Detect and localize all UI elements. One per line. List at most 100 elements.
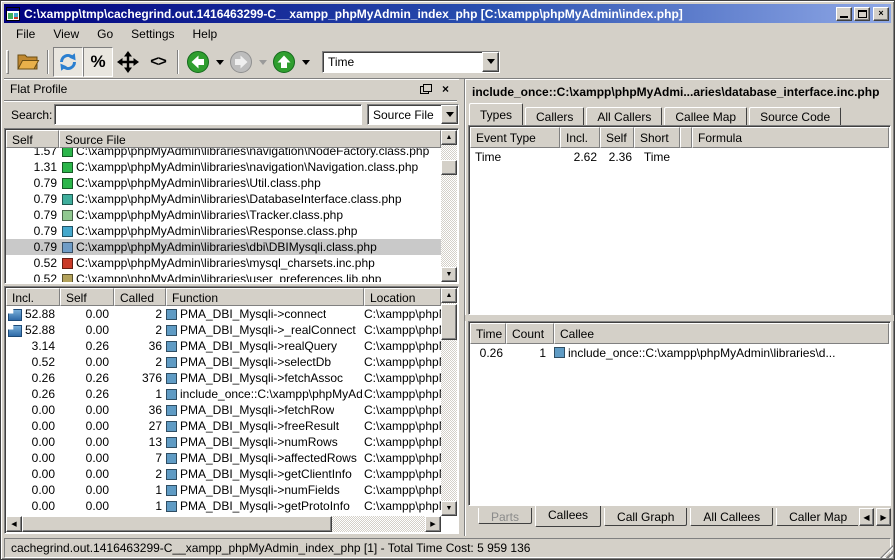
table-row[interactable]: 0.000.002PMA_DBI_Mysqli->getClientInfoC:… bbox=[6, 466, 441, 482]
table-row[interactable]: 0.52C:\xampp\phpMyAdmin\libraries\mysql_… bbox=[6, 255, 441, 271]
table-row[interactable]: 0.79C:\xampp\phpMyAdmin\libraries\Util.c… bbox=[6, 175, 441, 191]
percent-toggle-button[interactable]: % bbox=[83, 47, 113, 77]
column-header-count[interactable]: Count bbox=[506, 323, 554, 344]
combo-dropdown-button[interactable] bbox=[441, 105, 458, 124]
open-file-button[interactable] bbox=[13, 47, 43, 77]
tab-types[interactable]: Types bbox=[469, 103, 523, 125]
column-header-self[interactable]: Self bbox=[6, 130, 59, 148]
table-row[interactable]: 0.79C:\xampp\phpMyAdmin\libraries\Tracke… bbox=[6, 207, 441, 223]
column-header-callee[interactable]: Callee bbox=[554, 323, 889, 344]
tab-caller-map[interactable]: Caller Map bbox=[776, 508, 858, 526]
back-dropdown-button[interactable] bbox=[213, 47, 226, 77]
scrollbar-thumb[interactable] bbox=[22, 516, 332, 532]
combo-dropdown-button[interactable] bbox=[482, 52, 499, 72]
column-header-short[interactable]: Short bbox=[634, 127, 680, 148]
table-row[interactable]: 0.260.26376PMA_DBI_Mysqli->fetchAssocC:\… bbox=[6, 370, 441, 386]
event-type-select[interactable]: Time bbox=[322, 51, 500, 73]
tab-call-graph[interactable]: Call Graph bbox=[604, 508, 687, 526]
tab-scroll-left-button[interactable]: ◀ bbox=[859, 508, 874, 526]
table-row[interactable]: 1.31C:\xampp\phpMyAdmin\libraries\naviga… bbox=[6, 159, 441, 175]
dock-layout-button[interactable] bbox=[113, 47, 143, 77]
table-row[interactable]: 0.000.001PMA_DBI_Mysqli->numFieldsC:\xam… bbox=[6, 482, 441, 498]
scroll-up-button[interactable]: ▲ bbox=[441, 288, 457, 303]
back-button[interactable] bbox=[183, 47, 213, 77]
back-arrow-icon bbox=[186, 50, 210, 74]
minimize-button[interactable] bbox=[836, 7, 852, 21]
table-row[interactable]: 0.000.0027PMA_DBI_Mysqli->freeResultC:\x… bbox=[6, 418, 441, 434]
column-header-function[interactable]: Function bbox=[166, 288, 364, 306]
column-header-formula[interactable]: Formula bbox=[692, 127, 889, 148]
table-row[interactable]: 52.880.002PMA_DBI_Mysqli->connectC:\xamp… bbox=[6, 306, 441, 322]
menu-file[interactable]: File bbox=[7, 24, 44, 44]
table-row[interactable]: 0.000.001PMA_DBI_Mysqli->getProtoInfoC:\… bbox=[6, 498, 441, 514]
menu-settings[interactable]: Settings bbox=[122, 24, 183, 44]
table-row[interactable]: 0.261include_once::C:\xampp\phpMyAdmin\l… bbox=[470, 344, 889, 361]
column-header-location[interactable]: Location bbox=[364, 288, 441, 306]
table-row[interactable]: 52.880.002PMA_DBI_Mysqli->_realConnectC:… bbox=[6, 322, 441, 338]
tab-all-callees[interactable]: All Callees bbox=[690, 508, 773, 526]
column-header-called[interactable]: Called bbox=[114, 288, 166, 306]
scrollbar-thumb[interactable] bbox=[441, 304, 457, 340]
tab-callee-map[interactable]: Callee Map bbox=[664, 107, 747, 125]
window-title: C:\xampp\tmp\cachegrind.out.1416463299-C… bbox=[24, 7, 834, 21]
relative-cost-button[interactable]: <> bbox=[143, 47, 173, 77]
incl-cost-value: 0.00 bbox=[6, 403, 60, 417]
column-header-self[interactable]: Self bbox=[600, 127, 634, 148]
tab-source-code[interactable]: Source Code bbox=[749, 107, 841, 125]
column-header-incl[interactable]: Incl. bbox=[6, 288, 60, 306]
column-header-self[interactable]: Self bbox=[60, 288, 114, 306]
close-button[interactable]: × bbox=[873, 7, 889, 21]
search-label: Search: bbox=[11, 108, 52, 122]
table-row[interactable]: 1.57C:\xampp\phpMyAdmin\libraries\naviga… bbox=[6, 148, 441, 159]
reload-button[interactable] bbox=[53, 47, 83, 77]
tab-callees[interactable]: Callees bbox=[535, 506, 601, 527]
tab-scroll-right-button[interactable]: ▶ bbox=[876, 508, 891, 526]
forward-dropdown-button[interactable] bbox=[256, 47, 269, 77]
float-dock-button[interactable] bbox=[419, 82, 434, 96]
column-header-source-file[interactable]: Source File bbox=[59, 130, 441, 148]
table-row[interactable]: 0.000.0013PMA_DBI_Mysqli->numRowsC:\xamp… bbox=[6, 434, 441, 450]
table-row[interactable]: 0.000.007PMA_DBI_Mysqli->affectedRowsC:\… bbox=[6, 450, 441, 466]
incl-cost-value: 2.62 bbox=[560, 150, 600, 164]
scroll-right-button[interactable]: ▶ bbox=[425, 516, 441, 532]
up-dropdown-button[interactable] bbox=[299, 47, 312, 77]
column-header-event-type[interactable]: Event Type bbox=[470, 127, 560, 148]
scrollbar-thumb[interactable] bbox=[441, 160, 457, 175]
menu-help[interactable]: Help bbox=[184, 24, 227, 44]
maximize-button[interactable] bbox=[854, 7, 870, 21]
table-row[interactable]: 3.140.2636PMA_DBI_Mysqli->realQueryC:\xa… bbox=[6, 338, 441, 354]
table-row[interactable]: 0.000.0036PMA_DBI_Mysqli->fetchRowC:\xam… bbox=[6, 402, 441, 418]
group-by-select[interactable]: Source File bbox=[367, 104, 459, 125]
column-header-spacer[interactable] bbox=[680, 127, 692, 148]
table-row[interactable]: 0.79C:\xampp\phpMyAdmin\libraries\Databa… bbox=[6, 191, 441, 207]
forward-button[interactable] bbox=[226, 47, 256, 77]
column-header-time[interactable]: Time bbox=[470, 323, 506, 344]
chevron-down-icon bbox=[487, 59, 495, 68]
scroll-down-button[interactable]: ▼ bbox=[441, 501, 457, 516]
menu-view[interactable]: View bbox=[44, 24, 88, 44]
up-button[interactable] bbox=[269, 47, 299, 77]
toolbar-handle[interactable] bbox=[6, 50, 9, 74]
vertical-scrollbar[interactable]: ▲ ▼ bbox=[441, 130, 457, 282]
table-row[interactable]: 0.79C:\xampp\phpMyAdmin\libraries\Respon… bbox=[6, 223, 441, 239]
scroll-down-button[interactable]: ▼ bbox=[441, 267, 457, 282]
table-row[interactable]: 0.52C:\xampp\phpMyAdmin\libraries\user_p… bbox=[6, 271, 441, 282]
table-row[interactable]: 0.79C:\xampp\phpMyAdmin\libraries\dbi\DB… bbox=[6, 239, 441, 255]
horizontal-scrollbar[interactable]: ◀ ▶ bbox=[6, 516, 441, 532]
table-row[interactable]: Time2.622.36Time bbox=[470, 148, 889, 165]
file-color-icon bbox=[62, 148, 73, 157]
scroll-left-button[interactable]: ◀ bbox=[6, 516, 22, 532]
table-row[interactable]: 0.260.261include_once::C:\xampp\phpMyAd.… bbox=[6, 386, 441, 402]
tab-all-callers[interactable]: All Callers bbox=[586, 107, 662, 125]
column-header-incl[interactable]: Incl. bbox=[560, 127, 600, 148]
close-dock-button[interactable]: × bbox=[438, 82, 453, 96]
scroll-up-button[interactable]: ▲ bbox=[441, 130, 457, 145]
float-icon bbox=[420, 84, 433, 95]
vertical-scrollbar[interactable]: ▲ ▼ bbox=[441, 288, 457, 516]
tab-parts[interactable]: Parts bbox=[478, 508, 532, 524]
function-cell: PMA_DBI_Mysqli->connect bbox=[166, 307, 364, 321]
tab-callers[interactable]: Callers bbox=[525, 107, 584, 125]
search-input[interactable] bbox=[54, 104, 362, 125]
table-row[interactable]: 0.520.002PMA_DBI_Mysqli->selectDbC:\xamp… bbox=[6, 354, 441, 370]
menu-go[interactable]: Go bbox=[88, 24, 122, 44]
